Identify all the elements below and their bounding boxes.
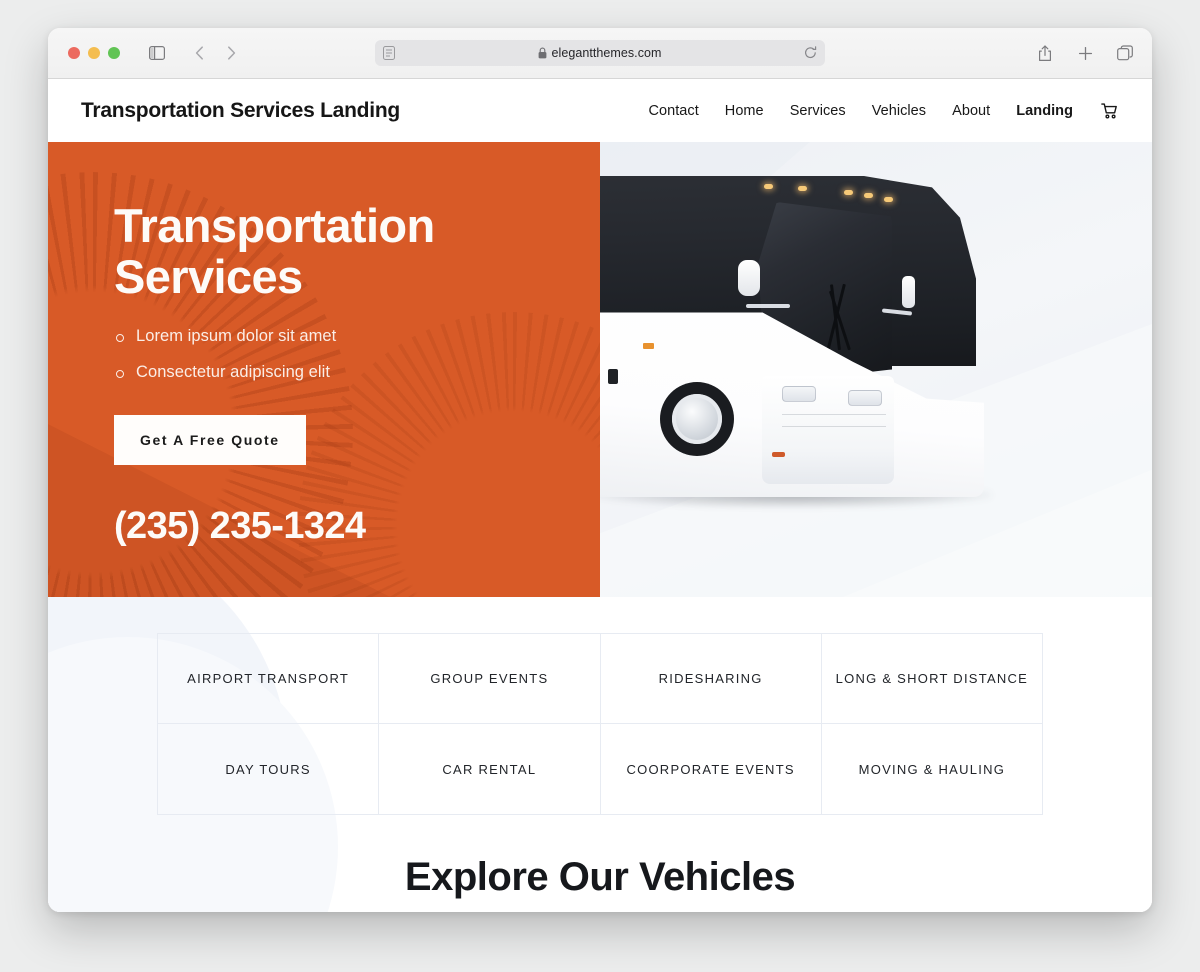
services-section: AIRPORT TRANSPORT GROUP EVENTS RIDESHARI… bbox=[48, 597, 1152, 912]
forward-chevron-icon[interactable] bbox=[218, 40, 244, 66]
page-viewport: Transportation Services Landing Contact … bbox=[48, 79, 1152, 912]
service-cell[interactable]: AIRPORT TRANSPORT bbox=[158, 633, 380, 724]
hero-title: Transportation Services bbox=[114, 200, 534, 302]
next-section-heading: Explore Our Vehicles bbox=[404, 855, 796, 899]
share-icon[interactable] bbox=[1032, 40, 1058, 66]
service-cell[interactable]: LONG & SHORT DISTANCE bbox=[821, 633, 1043, 724]
lock-icon bbox=[538, 47, 547, 59]
url-text: elegantthemes.com bbox=[551, 46, 662, 60]
bus-wheel bbox=[660, 382, 734, 456]
nav-item-about[interactable]: About bbox=[952, 103, 990, 119]
nav-item-contact[interactable]: Contact bbox=[648, 103, 698, 119]
next-section-preview: Explore Our Vehicles bbox=[48, 855, 1152, 900]
bus-headlight bbox=[782, 386, 816, 402]
hero-bullet-item: Lorem ipsum dolor sit amet bbox=[114, 327, 600, 346]
nav-item-home[interactable]: Home bbox=[725, 103, 764, 119]
bus-marker-light bbox=[798, 186, 807, 191]
shopping-cart-icon[interactable] bbox=[1101, 102, 1118, 119]
sidebar-toggle-icon[interactable] bbox=[144, 40, 170, 66]
page-title: Transportation Services Landing bbox=[81, 98, 400, 122]
bus-marker-light bbox=[844, 190, 853, 195]
service-cell[interactable]: DAY TOURS bbox=[158, 724, 380, 815]
site-header: Transportation Services Landing Contact … bbox=[48, 79, 1152, 142]
hero-bullet-item: Consectetur adipiscing elit bbox=[114, 363, 600, 382]
reload-icon[interactable] bbox=[804, 46, 817, 60]
service-cell[interactable]: RIDESHARING bbox=[600, 633, 822, 724]
coach-bus-image bbox=[600, 164, 1006, 514]
hero-left-panel: Transportation Services Lorem ipsum dolo… bbox=[48, 142, 600, 597]
window-controls bbox=[68, 47, 120, 59]
nav-item-landing[interactable]: Landing bbox=[1016, 103, 1073, 119]
maximize-button[interactable] bbox=[108, 47, 120, 59]
bus-side-mirror-left bbox=[738, 260, 760, 296]
address-bar[interactable]: elegantthemes.com bbox=[375, 40, 825, 66]
bus-marker-light bbox=[884, 197, 893, 202]
service-cell[interactable]: MOVING & HAULING bbox=[821, 724, 1043, 815]
bus-headlight bbox=[848, 390, 882, 406]
navigation-arrows bbox=[186, 40, 244, 66]
service-cell[interactable]: GROUP EVENTS bbox=[379, 633, 601, 724]
close-button[interactable] bbox=[68, 47, 80, 59]
nav-item-services[interactable]: Services bbox=[790, 103, 846, 119]
hero-image-panel bbox=[600, 142, 1152, 597]
bus-marker-light bbox=[864, 193, 873, 198]
reader-view-icon[interactable] bbox=[383, 46, 395, 60]
bus-side-marker-light bbox=[642, 342, 655, 350]
browser-window: elegantthemes.com Transportation Service… bbox=[48, 28, 1152, 912]
hero-section: Transportation Services Lorem ipsum dolo… bbox=[48, 142, 1152, 597]
get-a-free-quote-button[interactable]: Get A Free Quote bbox=[114, 415, 306, 466]
minimize-button[interactable] bbox=[88, 47, 100, 59]
bus-marker-light bbox=[764, 184, 773, 189]
main-navigation: Contact Home Services Vehicles About Lan… bbox=[648, 103, 1118, 119]
nav-item-vehicles[interactable]: Vehicles bbox=[872, 103, 926, 119]
bus-mirror-arm bbox=[746, 304, 790, 308]
tab-overview-icon[interactable] bbox=[1112, 40, 1138, 66]
bus-side-vent bbox=[608, 369, 618, 384]
browser-toolbar: elegantthemes.com bbox=[48, 28, 1152, 79]
bus-side-mirror-right bbox=[902, 276, 915, 308]
hero-content: Transportation Services Lorem ipsum dolo… bbox=[48, 142, 600, 548]
back-chevron-icon[interactable] bbox=[186, 40, 212, 66]
service-cell[interactable]: CAR RENTAL bbox=[379, 724, 601, 815]
toolbar-right-actions bbox=[1032, 40, 1138, 66]
hero-title-line-1: Transportation bbox=[114, 199, 435, 252]
plus-icon[interactable] bbox=[1072, 40, 1098, 66]
hero-title-line-2: Services bbox=[114, 250, 303, 304]
services-grid: AIRPORT TRANSPORT GROUP EVENTS RIDESHARI… bbox=[157, 633, 1043, 815]
bus-bumper-line bbox=[782, 414, 886, 415]
bus-bumper-line bbox=[782, 426, 886, 427]
hero-bullet-list: Lorem ipsum dolor sit amet Consectetur a… bbox=[114, 327, 600, 382]
service-cell[interactable]: COORPORATE EVENTS bbox=[600, 724, 822, 815]
address-bar-content: elegantthemes.com bbox=[395, 46, 804, 60]
bus-front-marker bbox=[772, 452, 785, 457]
hero-phone-number[interactable]: (235) 235-1324 bbox=[114, 505, 600, 548]
